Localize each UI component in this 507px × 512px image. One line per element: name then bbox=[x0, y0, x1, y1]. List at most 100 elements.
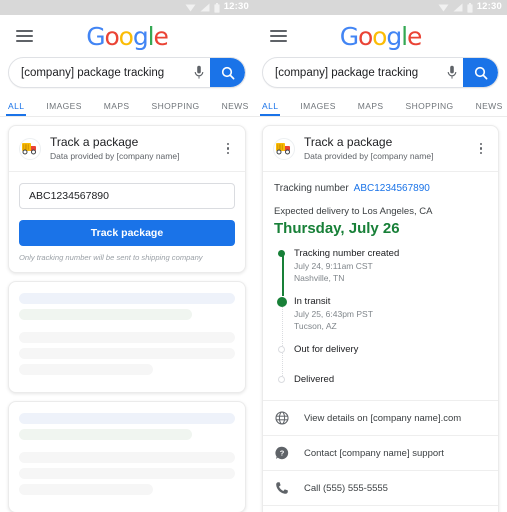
action-call[interactable]: Call (555) 555-5555 bbox=[263, 471, 498, 506]
card-header: Track a package Data provided by [compan… bbox=[263, 126, 498, 172]
tab-maps[interactable]: MAPS bbox=[104, 101, 130, 116]
logo-letter-g1: G bbox=[339, 21, 359, 51]
timeline-item-delivered: Delivered bbox=[278, 373, 487, 386]
logo-letter-o1: o bbox=[104, 21, 119, 51]
tab-maps[interactable]: MAPS bbox=[358, 101, 384, 116]
timeline-place: Tucson, AZ bbox=[294, 321, 337, 331]
card-actions: View details on [company name].com ? Con… bbox=[263, 400, 498, 512]
card-title: Track a package bbox=[304, 135, 393, 149]
timeline-item-out-for-delivery: Out for delivery bbox=[278, 343, 487, 356]
logo-letter-o2: o bbox=[372, 21, 387, 51]
action-view-details[interactable]: View details on [company name].com bbox=[263, 401, 498, 436]
tab-shopping[interactable]: SHOPPING bbox=[152, 101, 200, 116]
status-bar: 12:30 bbox=[254, 0, 507, 15]
delivery-truck-icon bbox=[273, 137, 295, 160]
signal-icon bbox=[453, 3, 463, 12]
card-subtitle: Data provided by [company name] bbox=[50, 151, 180, 161]
expected-delivery-label: Expected delivery to Los Angeles, CA bbox=[274, 206, 433, 217]
expected-delivery-date: Thursday, July 26 bbox=[274, 220, 400, 237]
search-box[interactable]: [company] package tracking bbox=[8, 57, 246, 88]
card-title-block: Track a package Data provided by [compan… bbox=[50, 135, 212, 162]
skeleton-bar-text-3 bbox=[19, 364, 153, 375]
status-bar-time: 12:30 bbox=[476, 1, 502, 13]
search-submit-button[interactable] bbox=[210, 58, 245, 87]
skeleton-result-card-2 bbox=[8, 401, 246, 512]
overflow-menu-icon[interactable] bbox=[221, 141, 235, 157]
delivery-truck-icon bbox=[19, 137, 41, 160]
search-box[interactable]: [company] package tracking bbox=[262, 57, 499, 88]
hamburger-menu-icon[interactable] bbox=[16, 30, 33, 42]
search-row: [company] package tracking bbox=[0, 57, 254, 88]
timeline-status: Delivered bbox=[294, 374, 335, 385]
card-title-block: Track a package Data provided by [compan… bbox=[304, 135, 465, 162]
dual-screenshot-comparison: 12:30 Google [company] package tracking … bbox=[0, 0, 507, 512]
track-package-button[interactable]: Track package bbox=[19, 220, 235, 246]
wifi-icon bbox=[185, 4, 196, 12]
microphone-icon[interactable] bbox=[441, 65, 463, 80]
search-submit-button[interactable] bbox=[463, 58, 498, 87]
timeline-item-in-transit: In transit July 25, 6:43pm PST Tucson, A… bbox=[276, 295, 487, 332]
track-package-card: Track a package Data provided by [compan… bbox=[8, 125, 246, 273]
tracking-timeline: Tracking number created July 24, 9:11am … bbox=[274, 247, 487, 396]
app-header: Google bbox=[0, 15, 254, 57]
microphone-icon[interactable] bbox=[188, 65, 210, 80]
skeleton-bar-text-2 bbox=[19, 348, 235, 359]
skeleton-bar-text-1 bbox=[19, 452, 235, 463]
google-logo: Google bbox=[86, 21, 169, 51]
action-label: Call (555) 555-5555 bbox=[304, 482, 388, 494]
skeleton-bar-title bbox=[19, 413, 235, 424]
tab-images[interactable]: IMAGES bbox=[46, 101, 81, 116]
package-detail: Tracking number ABC1234567890 Expected de… bbox=[263, 172, 498, 400]
skeleton-lines bbox=[9, 282, 245, 392]
action-label: Contact [company name] support bbox=[304, 447, 444, 459]
tab-all[interactable]: ALL bbox=[259, 101, 281, 116]
card-subtitle: Data provided by [company name] bbox=[304, 151, 434, 161]
action-track-another[interactable]: Track another package bbox=[263, 506, 498, 512]
google-logo: Google bbox=[339, 21, 423, 51]
tab-shopping[interactable]: SHOPPING bbox=[406, 101, 454, 116]
wifi-icon bbox=[438, 4, 449, 12]
tab-all[interactable]: ALL bbox=[5, 101, 27, 116]
timeline-place: Nashville, TN bbox=[294, 273, 345, 283]
skeleton-bar-text-1 bbox=[19, 332, 235, 343]
skeleton-bar-url bbox=[19, 429, 192, 440]
search-input[interactable]: [company] package tracking bbox=[9, 67, 188, 79]
timeline-status: In transit bbox=[294, 296, 331, 307]
logo-letter-g1: G bbox=[86, 21, 105, 51]
tracking-number-input[interactable] bbox=[19, 183, 235, 209]
overflow-menu-icon[interactable] bbox=[474, 141, 488, 157]
package-status-card: Track a package Data provided by [compan… bbox=[262, 125, 499, 512]
skeleton-result-card-1 bbox=[8, 281, 246, 393]
hamburger-menu-icon[interactable] bbox=[270, 30, 287, 42]
logo-letter-o1: o bbox=[357, 21, 373, 51]
help-icon: ? bbox=[274, 446, 290, 460]
skeleton-bar-url bbox=[19, 309, 192, 320]
search-tabs: ALL IMAGES MAPS SHOPPING NEWS bbox=[0, 92, 254, 117]
action-label: View details on [company name].com bbox=[304, 412, 462, 424]
skeleton-lines bbox=[9, 402, 245, 512]
search-input[interactable]: [company] package tracking bbox=[263, 67, 441, 79]
action-contact-support[interactable]: ? Contact [company name] support bbox=[263, 436, 498, 471]
tab-news[interactable]: NEWS bbox=[476, 101, 503, 116]
results-body: Track a package Data provided by [compan… bbox=[254, 117, 507, 512]
skeleton-bar-title bbox=[19, 293, 235, 304]
battery-icon bbox=[214, 2, 220, 13]
timeline-time: July 24, 9:11am CST bbox=[294, 261, 373, 271]
timeline-dot-pending-icon bbox=[278, 376, 285, 383]
privacy-note: Only tracking number will be sent to shi… bbox=[19, 253, 203, 262]
tracking-number-value[interactable]: ABC1234567890 bbox=[354, 183, 430, 194]
tab-images[interactable]: IMAGES bbox=[300, 101, 335, 116]
status-bar-time: 12:30 bbox=[223, 1, 249, 13]
card-title: Track a package bbox=[50, 135, 139, 149]
timeline-dot-done-icon bbox=[278, 250, 285, 257]
timeline-status: Out for delivery bbox=[294, 344, 359, 355]
timeline-solid-connector bbox=[281, 253, 284, 296]
timeline-dot-pending-icon bbox=[278, 346, 285, 353]
tracking-number-label: Tracking number bbox=[274, 183, 349, 194]
tracking-number-row: Tracking number ABC1234567890 bbox=[274, 183, 487, 194]
app-header: Google bbox=[254, 15, 507, 57]
timeline-status: Tracking number created bbox=[294, 248, 400, 259]
tab-news[interactable]: NEWS bbox=[222, 101, 249, 116]
search-tabs: ALL IMAGES MAPS SHOPPING NEWS bbox=[254, 92, 507, 117]
battery-icon bbox=[467, 2, 473, 13]
